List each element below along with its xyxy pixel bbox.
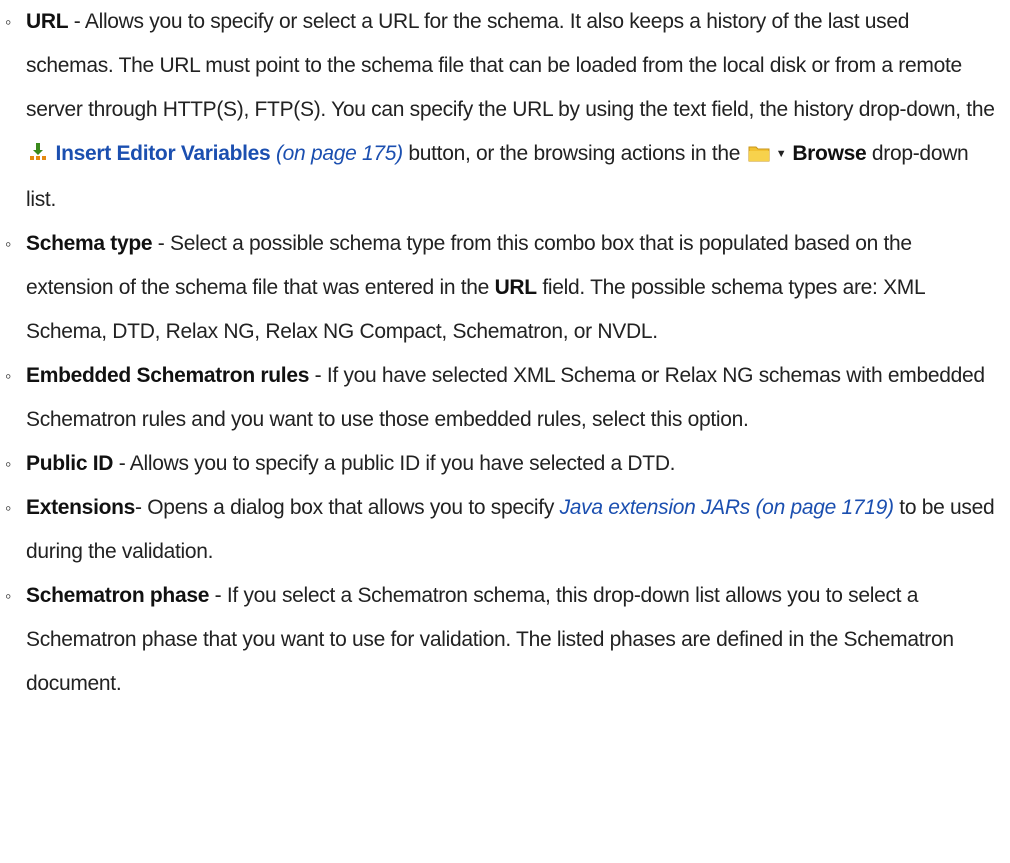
item-text: Public ID - Allows you to specify a publ… bbox=[26, 452, 676, 475]
insert-editor-variables-icon[interactable] bbox=[28, 134, 48, 178]
list-item-schematron-phase: ◦ Schematron phase - If you select a Sch… bbox=[0, 574, 1000, 706]
list-item-schema-type: ◦ Schema type - Select a possible schema… bbox=[0, 222, 1000, 354]
list-item-public-id: ◦ Public ID - Allows you to specify a pu… bbox=[0, 442, 1000, 486]
options-list: ◦ URL - Allows you to specify or select … bbox=[0, 0, 1000, 706]
folder-icon[interactable] bbox=[748, 134, 770, 178]
item-text: Embedded Schematron rules - If you have … bbox=[26, 364, 985, 431]
page-reference-link[interactable]: (on page 175) bbox=[276, 142, 403, 165]
dropdown-arrow-icon[interactable]: ▼ bbox=[776, 132, 787, 176]
term-url: URL bbox=[26, 10, 69, 33]
insert-editor-variables-link[interactable]: Insert Editor Variables bbox=[56, 142, 271, 165]
bullet: ◦ bbox=[5, 366, 12, 386]
term-embedded-schematron: Embedded Schematron rules bbox=[26, 364, 310, 387]
bullet: ◦ bbox=[5, 234, 12, 254]
item-text: URL - Allows you to specify or select a … bbox=[26, 10, 995, 211]
bullet: ◦ bbox=[5, 12, 12, 32]
term-url-ref: URL bbox=[494, 276, 538, 299]
bullet: ◦ bbox=[5, 454, 12, 474]
list-item-url: ◦ URL - Allows you to specify or select … bbox=[0, 0, 1000, 222]
term-schema-type: Schema type bbox=[26, 232, 153, 255]
java-extension-jars-link[interactable]: Java extension JARs (on page 1719) bbox=[560, 496, 894, 519]
term-public-id: Public ID bbox=[26, 452, 114, 475]
item-text: Schema type - Select a possible schema t… bbox=[26, 232, 925, 343]
bullet: ◦ bbox=[5, 586, 12, 606]
item-text: Schematron phase - If you select a Schem… bbox=[26, 584, 954, 695]
browse-label: Browse bbox=[792, 142, 867, 165]
bullet: ◦ bbox=[5, 498, 12, 518]
list-item-embedded-schematron: ◦ Embedded Schematron rules - If you hav… bbox=[0, 354, 1000, 442]
item-text: Extensions- Opens a dialog box that allo… bbox=[26, 496, 995, 563]
document-page: ◦ URL - Allows you to specify or select … bbox=[0, 0, 1010, 863]
list-item-extensions: ◦ Extensions- Opens a dialog box that al… bbox=[0, 486, 1000, 574]
term-extensions: Extensions bbox=[26, 496, 136, 519]
term-schematron-phase: Schematron phase bbox=[26, 584, 210, 607]
